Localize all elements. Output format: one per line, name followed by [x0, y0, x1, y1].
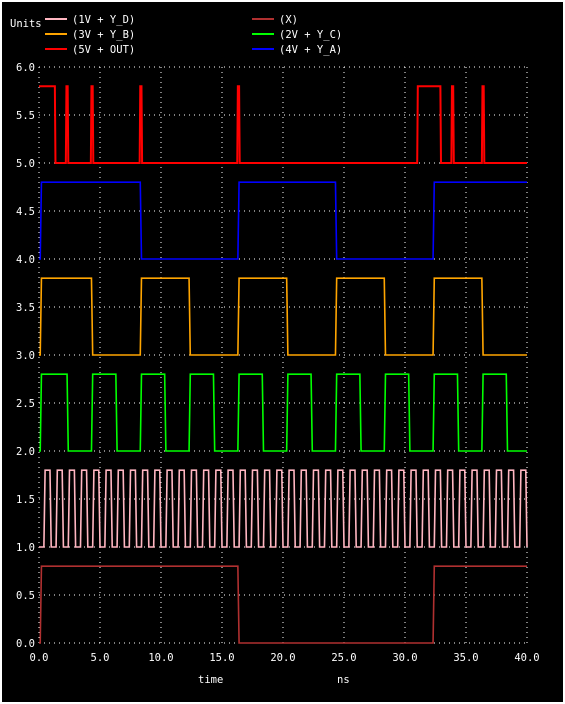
legend-label: (3V + Y_B) — [72, 29, 135, 41]
series-layer — [39, 85, 528, 644]
y-tick-label: 6.0 — [16, 62, 35, 74]
y-tick-label: 3.0 — [16, 350, 35, 362]
waveform-chart: 0.0 5.0 10.0 15.0 20.0 25.0 30.0 35.0 40.0 0.0 0.5… — [10, 14, 540, 686]
legend-label: (X) — [279, 14, 298, 26]
y-tick-label: 0.0 — [16, 638, 35, 650]
x-tick-label: 25.0 — [331, 652, 356, 664]
y-tick-label: 0.5 — [16, 590, 35, 602]
y-tick-label: 4.0 — [16, 254, 35, 266]
x-tick-label: 5.0 — [91, 652, 110, 664]
x-tick-label: 40.0 — [514, 652, 539, 664]
legend: (1V + Y_D) (X) (3V + Y_B) (2V + Y_C) (5V + O… — [45, 14, 342, 56]
y-tick-label: 1.5 — [16, 494, 35, 506]
x-tick-label: 35.0 — [453, 652, 478, 664]
y-tick-label: 3.5 — [16, 302, 35, 314]
x-tick-label: 30.0 — [392, 652, 417, 664]
x-tick-label: 0.0 — [30, 652, 49, 664]
tick-labels: 0.0 5.0 10.0 15.0 20.0 25.0 30.0 35.0 40.0 0.0 0.5… — [16, 62, 540, 664]
y-tick-label: 1.0 — [16, 542, 35, 554]
x-units-label: ns — [337, 674, 350, 686]
x-tick-label: 20.0 — [270, 652, 295, 664]
series-line-2 — [39, 277, 527, 356]
legend-label: (1V + Y_D) — [72, 14, 135, 26]
y-tick-label: 5.0 — [16, 158, 35, 170]
y-tick-label: 2.5 — [16, 398, 35, 410]
x-tick-label: 15.0 — [209, 652, 234, 664]
y-tick-label: 4.5 — [16, 206, 35, 218]
legend-label: (5V + OUT) — [72, 44, 135, 56]
x-tick-label: 10.0 — [148, 652, 173, 664]
legend-label: (2V + Y_C) — [279, 29, 342, 41]
y-tick-label: 2.0 — [16, 446, 35, 458]
x-axis-label: time — [198, 674, 223, 686]
series-line-0 — [39, 469, 528, 548]
y-tick-label: 5.5 — [16, 110, 35, 122]
legend-label: (4V + Y_A) — [279, 44, 342, 56]
y-units-label: Units — [10, 18, 42, 30]
